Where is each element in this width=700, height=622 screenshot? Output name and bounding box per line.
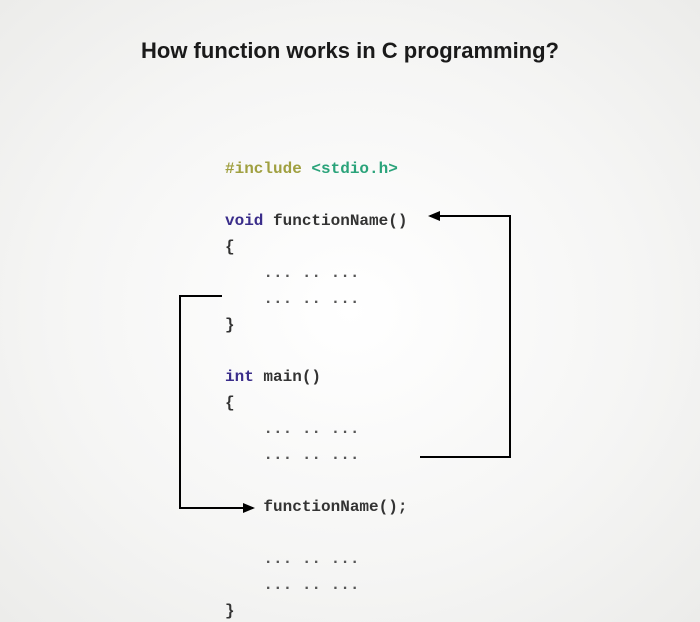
code-line-main-decl: int main() bbox=[225, 368, 321, 386]
parens-token: () bbox=[388, 212, 407, 230]
brace-open-2: { bbox=[225, 394, 235, 412]
code-line-func-decl: void functionName() bbox=[225, 212, 407, 230]
keyword-void: void bbox=[225, 212, 263, 230]
function-name-token: functionName bbox=[273, 212, 388, 230]
func-body-line-1: ... .. ... bbox=[225, 264, 359, 282]
main-body-line-4: ... .. ... bbox=[225, 576, 359, 594]
main-body-line-2: ... .. ... bbox=[225, 446, 359, 464]
diagram-title: How function works in C programming? bbox=[0, 38, 700, 64]
main-body-line-3: ... .. ... bbox=[225, 550, 359, 568]
code-block: #include <stdio.h> void functionName() {… bbox=[225, 130, 407, 622]
arrow-call-to-definition bbox=[420, 216, 510, 457]
main-body-call: functionName(); bbox=[225, 498, 407, 516]
brace-open-1: { bbox=[225, 238, 235, 256]
brace-close-1: } bbox=[225, 316, 235, 334]
code-line-include: #include <stdio.h> bbox=[225, 160, 398, 178]
preprocessor-token: #include bbox=[225, 160, 302, 178]
include-header-token: <stdio.h> bbox=[311, 160, 397, 178]
main-name-token: main bbox=[263, 368, 301, 386]
brace-close-2: } bbox=[225, 602, 235, 620]
keyword-int: int bbox=[225, 368, 254, 386]
main-body-line-1: ... .. ... bbox=[225, 420, 359, 438]
parens-token-2: () bbox=[302, 368, 321, 386]
func-body-line-2: ... .. ... bbox=[225, 290, 359, 308]
